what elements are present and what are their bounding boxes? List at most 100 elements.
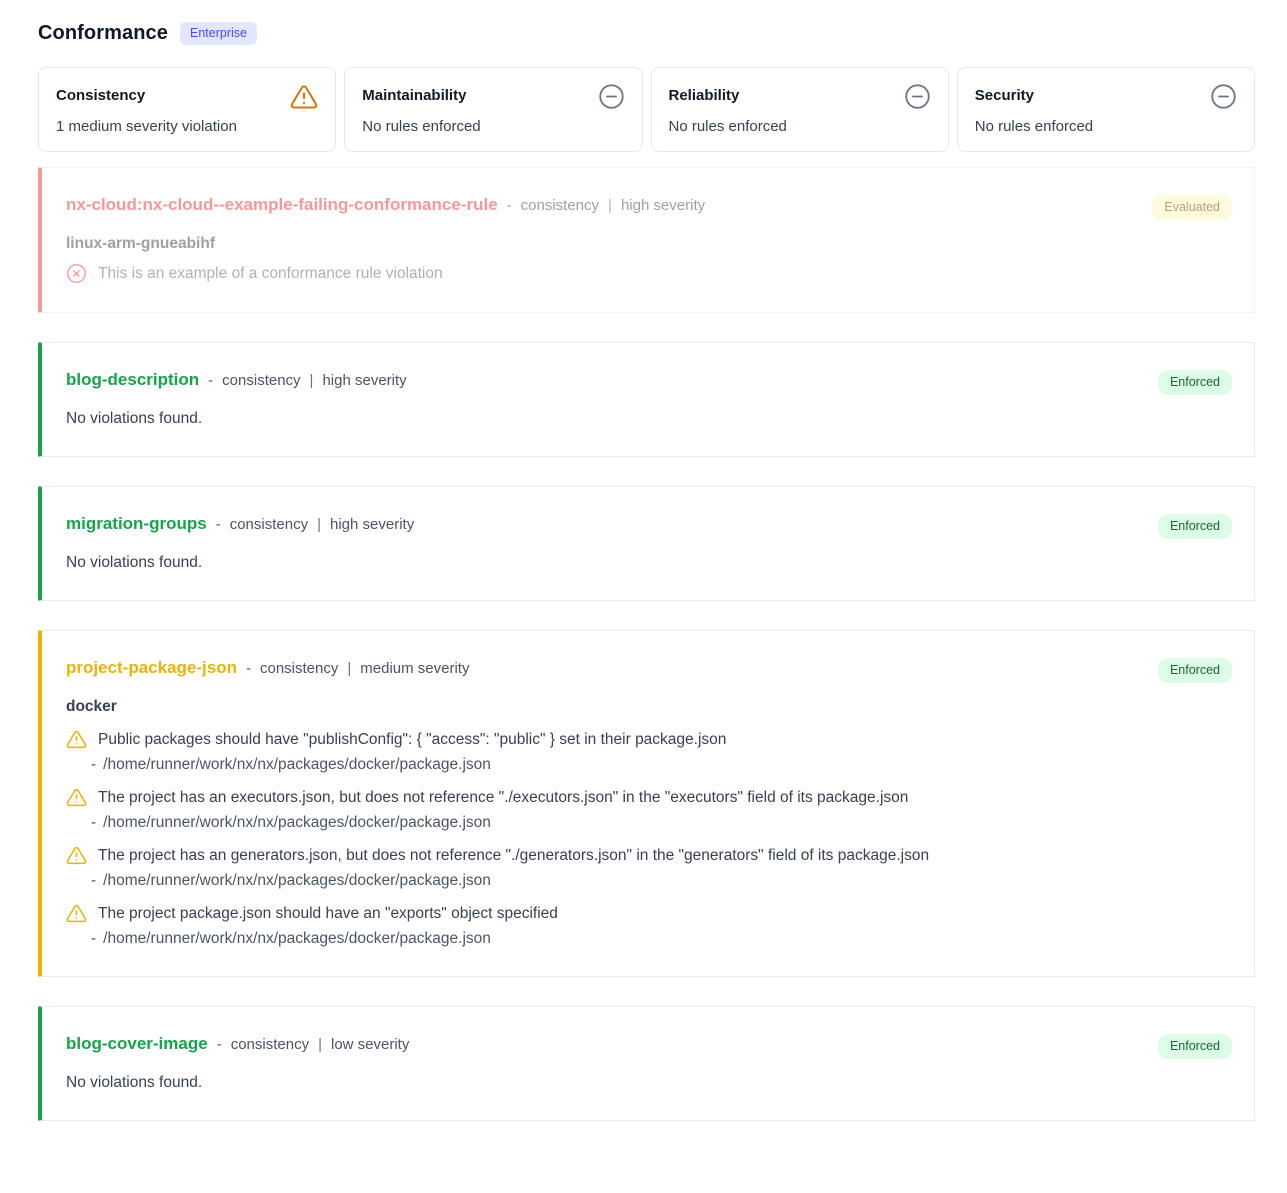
rule-name-link[interactable]: blog-cover-image: [66, 1034, 208, 1054]
violation-path: - /home/runner/work/nx/nx/packages/docke…: [66, 930, 1230, 948]
path-text: /home/runner/work/nx/nx/packages/docker/…: [103, 872, 491, 890]
rule-card-blog-cover-image: blog-cover-image - consistency | low sev…: [38, 1006, 1255, 1121]
circle-minus-icon: [1210, 83, 1237, 110]
violation-path: - /home/runner/work/nx/nx/packages/docke…: [66, 814, 1230, 832]
rule-meta: consistency | high severity: [521, 197, 706, 214]
violation-message: This is an example of a conformance rule…: [98, 265, 443, 283]
summary-card-consistency: Consistency 1 medium severity violation: [38, 67, 336, 152]
violation-group: The project has an executors.json, but d…: [66, 787, 1230, 832]
no-violations-text: No violations found.: [66, 1074, 1230, 1092]
violation-group: The project has an generators.json, but …: [66, 845, 1230, 890]
rule-severity: high severity: [621, 197, 705, 214]
warning-triangle-icon: [66, 729, 87, 750]
rule-name-link[interactable]: project-package-json: [66, 658, 237, 678]
violation-line: The project has an generators.json, but …: [66, 845, 1230, 866]
violation-line: The project has an executors.json, but d…: [66, 787, 1230, 808]
circle-minus-icon: [598, 83, 625, 110]
rule-title-row: nx-cloud:nx-cloud--example-failing-confo…: [66, 195, 1230, 215]
violation-group: The project package.json should have an …: [66, 903, 1230, 948]
summary-card-title: Reliability: [669, 83, 740, 104]
violation-path: - /home/runner/work/nx/nx/packages/docke…: [66, 756, 1230, 774]
rule-status-badge: Enforced: [1158, 370, 1232, 395]
summary-card-title: Maintainability: [362, 83, 466, 104]
rule-name-link[interactable]: migration-groups: [66, 514, 207, 534]
violation-message: The project has an generators.json, but …: [98, 847, 929, 865]
page-header: Conformance Enterprise: [38, 22, 1255, 45]
violation-line: Public packages should have "publishConf…: [66, 729, 1230, 750]
rule-dash: -: [217, 1036, 222, 1053]
rule-title-row: project-package-json - consistency | med…: [66, 658, 1230, 678]
rule-dash: -: [246, 660, 251, 677]
rule-category: consistency: [231, 1036, 309, 1053]
rule-name-link[interactable]: blog-description: [66, 370, 199, 390]
rule-meta: consistency | low severity: [231, 1036, 410, 1053]
rule-status-badge: Enforced: [1158, 1034, 1232, 1059]
summary-card-maintainability: Maintainability No rules enforced: [344, 67, 642, 152]
rule-title-row: blog-cover-image - consistency | low sev…: [66, 1034, 1230, 1054]
no-violations-text: No violations found.: [66, 410, 1230, 428]
rule-severity: high severity: [330, 516, 414, 533]
rule-card-project-package-json: project-package-json - consistency | med…: [38, 630, 1255, 977]
rule-category: consistency: [521, 197, 599, 214]
summary-card-status: No rules enforced: [362, 118, 624, 135]
rule-pipe: |: [608, 197, 612, 214]
summary-card-header: Reliability: [669, 83, 931, 110]
path-text: /home/runner/work/nx/nx/packages/docker/…: [103, 814, 491, 832]
summary-card-status: No rules enforced: [669, 118, 931, 135]
rule-severity: low severity: [331, 1036, 409, 1053]
project-name: docker: [66, 698, 1230, 716]
violation-group: Public packages should have "publishConf…: [66, 729, 1230, 774]
enterprise-plan-badge: Enterprise: [180, 22, 257, 45]
circle-x-icon: [66, 263, 87, 284]
rule-card-example-failing-conformance-rule: nx-cloud:nx-cloud--example-failing-confo…: [38, 167, 1255, 313]
rule-severity: medium severity: [360, 660, 469, 677]
path-dash: -: [91, 756, 96, 774]
rule-pipe: |: [310, 372, 314, 389]
rule-meta: consistency | medium severity: [260, 660, 469, 677]
rule-status-badge: Enforced: [1158, 658, 1232, 683]
violation-message: Public packages should have "publishConf…: [98, 731, 726, 749]
path-text: /home/runner/work/nx/nx/packages/docker/…: [103, 930, 491, 948]
rule-category: consistency: [222, 372, 300, 389]
summary-card-header: Security: [975, 83, 1237, 110]
violation-line: This is an example of a conformance rule…: [66, 263, 1230, 284]
rule-pipe: |: [317, 516, 321, 533]
circle-minus-icon: [904, 83, 931, 110]
no-violations-text: No violations found.: [66, 554, 1230, 572]
path-dash: -: [91, 930, 96, 948]
violation-line: The project package.json should have an …: [66, 903, 1230, 924]
project-name: linux-arm-gnueabihf: [66, 235, 1230, 253]
rule-title-row: blog-description - consistency | high se…: [66, 370, 1230, 390]
summary-card-title: Security: [975, 83, 1034, 104]
page-title: Conformance: [38, 22, 168, 45]
rule-status-badge: Evaluated: [1152, 195, 1232, 220]
summary-card-title: Consistency: [56, 83, 145, 104]
violation-message: The project package.json should have an …: [98, 905, 558, 923]
path-dash: -: [91, 872, 96, 890]
warning-triangle-icon: [66, 845, 87, 866]
conformance-page: Conformance Enterprise Consistency 1 med…: [0, 0, 1287, 1190]
rule-dash: -: [208, 372, 213, 389]
summary-card-reliability: Reliability No rules enforced: [651, 67, 949, 152]
rule-name-link[interactable]: nx-cloud:nx-cloud--example-failing-confo…: [66, 195, 498, 215]
path-dash: -: [91, 814, 96, 832]
rule-meta: consistency | high severity: [222, 372, 407, 389]
rule-card-migration-groups: migration-groups - consistency | high se…: [38, 486, 1255, 601]
rule-status-badge: Enforced: [1158, 514, 1232, 539]
summary-card-status: 1 medium severity violation: [56, 118, 318, 135]
summary-card-status: No rules enforced: [975, 118, 1237, 135]
path-text: /home/runner/work/nx/nx/packages/docker/…: [103, 756, 491, 774]
rule-title-row: migration-groups - consistency | high se…: [66, 514, 1230, 534]
warning-triangle-icon: [290, 83, 318, 111]
summary-card-security: Security No rules enforced: [957, 67, 1255, 152]
rule-dash: -: [216, 516, 221, 533]
warning-triangle-icon: [66, 787, 87, 808]
rule-severity: high severity: [322, 372, 406, 389]
rule-category: consistency: [260, 660, 338, 677]
rule-category: consistency: [230, 516, 308, 533]
category-summary-row: Consistency 1 medium severity violation …: [38, 67, 1255, 152]
rule-pipe: |: [318, 1036, 322, 1053]
summary-card-header: Consistency: [56, 83, 318, 111]
rule-card-blog-description: blog-description - consistency | high se…: [38, 342, 1255, 457]
warning-triangle-icon: [66, 903, 87, 924]
